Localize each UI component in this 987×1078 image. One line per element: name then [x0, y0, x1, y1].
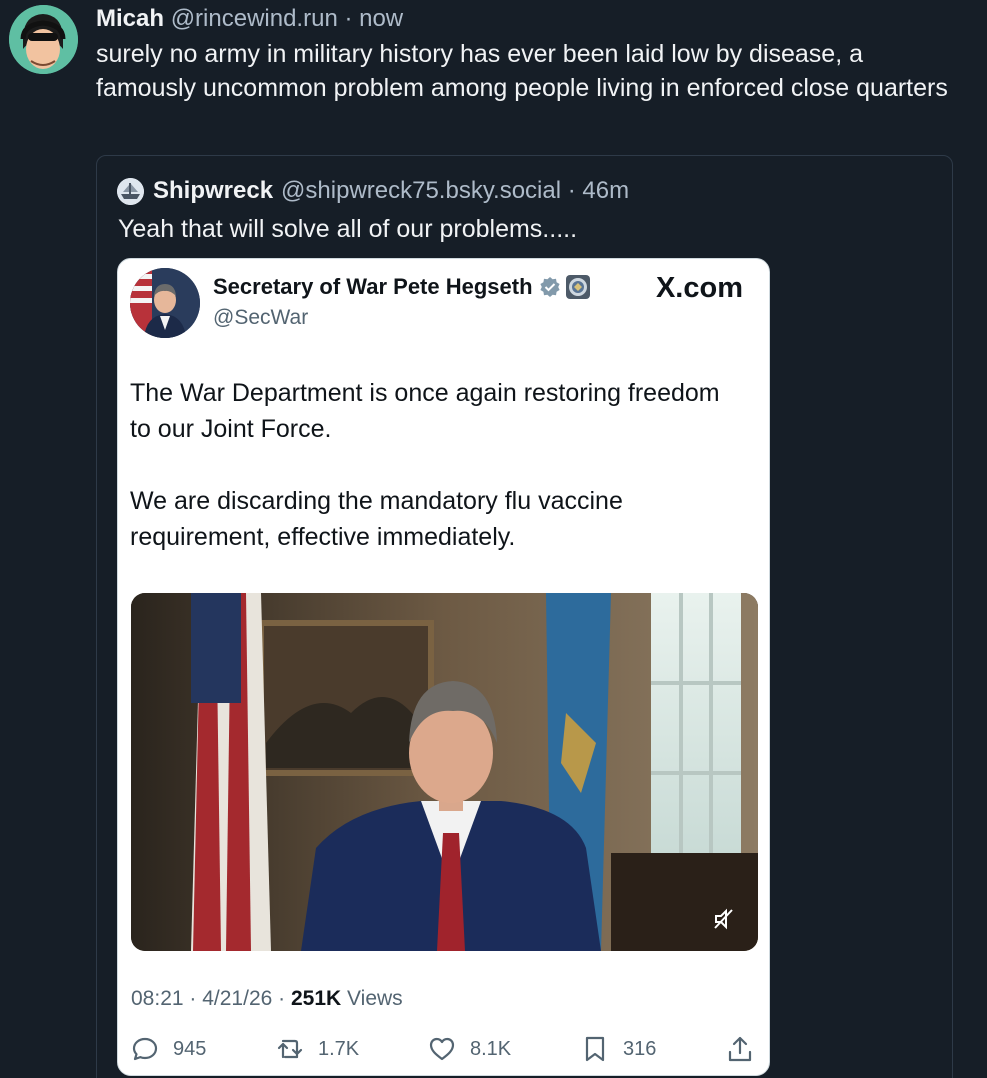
author-meta[interactable]: @rincewind.run · now	[171, 5, 403, 32]
quote-avatar[interactable]	[117, 177, 144, 205]
like-count: 8.1K	[470, 1037, 512, 1060]
author-name[interactable]: Micah	[96, 5, 164, 32]
repost-action: 1.7K	[276, 1035, 359, 1063]
meta-separator: ·	[278, 987, 291, 1010]
tweet-author-name: Secretary of War Pete Hegseth	[213, 274, 533, 299]
repost-count: 1.7K	[318, 1037, 360, 1060]
tweet-views-label: Views	[347, 987, 403, 1010]
verified-badge-icon	[539, 277, 560, 297]
embedded-tweet-image: Secretary of War Pete Hegseth @SecWar X.…	[117, 258, 770, 1076]
tweet-video-thumbnail	[131, 593, 758, 951]
meta-separator: ·	[189, 987, 203, 1010]
quote-header: Shipwreck @shipwreck75.bsky.social · 46m	[117, 176, 629, 206]
share-action	[726, 1035, 768, 1063]
x-brand-label: X.com	[655, 272, 743, 304]
repost-icon	[277, 1039, 303, 1059]
quote-author-meta[interactable]: @shipwreck75.bsky.social · 46m	[281, 176, 629, 206]
tweet-paragraph: The War Department is once again restori…	[130, 379, 720, 443]
tweet-handle: @SecWar	[213, 306, 309, 329]
mute-icon[interactable]	[710, 905, 738, 933]
post-header: Micah @rincewind.run · now	[96, 4, 403, 34]
tweet-date: 4/21/26	[202, 987, 273, 1010]
tweet-avatar	[130, 268, 200, 338]
reply-action: 945	[131, 1035, 206, 1063]
share-icon	[728, 1036, 752, 1062]
tweet-body: The War Department is once again restori…	[130, 375, 730, 555]
tweet-time: 08:21	[131, 987, 184, 1010]
bookmark-count: 316	[623, 1037, 657, 1060]
bookmark-icon	[585, 1036, 605, 1062]
government-seal-icon	[565, 275, 590, 299]
author-avatar[interactable]	[9, 5, 78, 74]
tweet-name-row: Secretary of War Pete Hegseth	[213, 274, 591, 300]
tweet-actions: 945 1.7K 8.1K 316	[131, 1035, 758, 1067]
quote-author-name[interactable]: Shipwreck	[153, 176, 273, 206]
quote-text: Yeah that will solve all of our problems…	[118, 215, 578, 243]
tweet-views-count: 251K	[290, 987, 342, 1010]
tweet-meta: 08:21 · 4/21/26 · 251K Views	[131, 987, 403, 1011]
bookmark-action: 316	[581, 1035, 656, 1063]
post-text: surely no army in military history has e…	[96, 40, 948, 102]
tweet-paragraph: We are discarding the mandatory flu vacc…	[130, 487, 623, 551]
reply-icon	[132, 1037, 158, 1061]
like-action: 8.1K	[428, 1035, 511, 1063]
reply-count: 945	[173, 1037, 207, 1060]
heart-icon	[429, 1037, 455, 1061]
